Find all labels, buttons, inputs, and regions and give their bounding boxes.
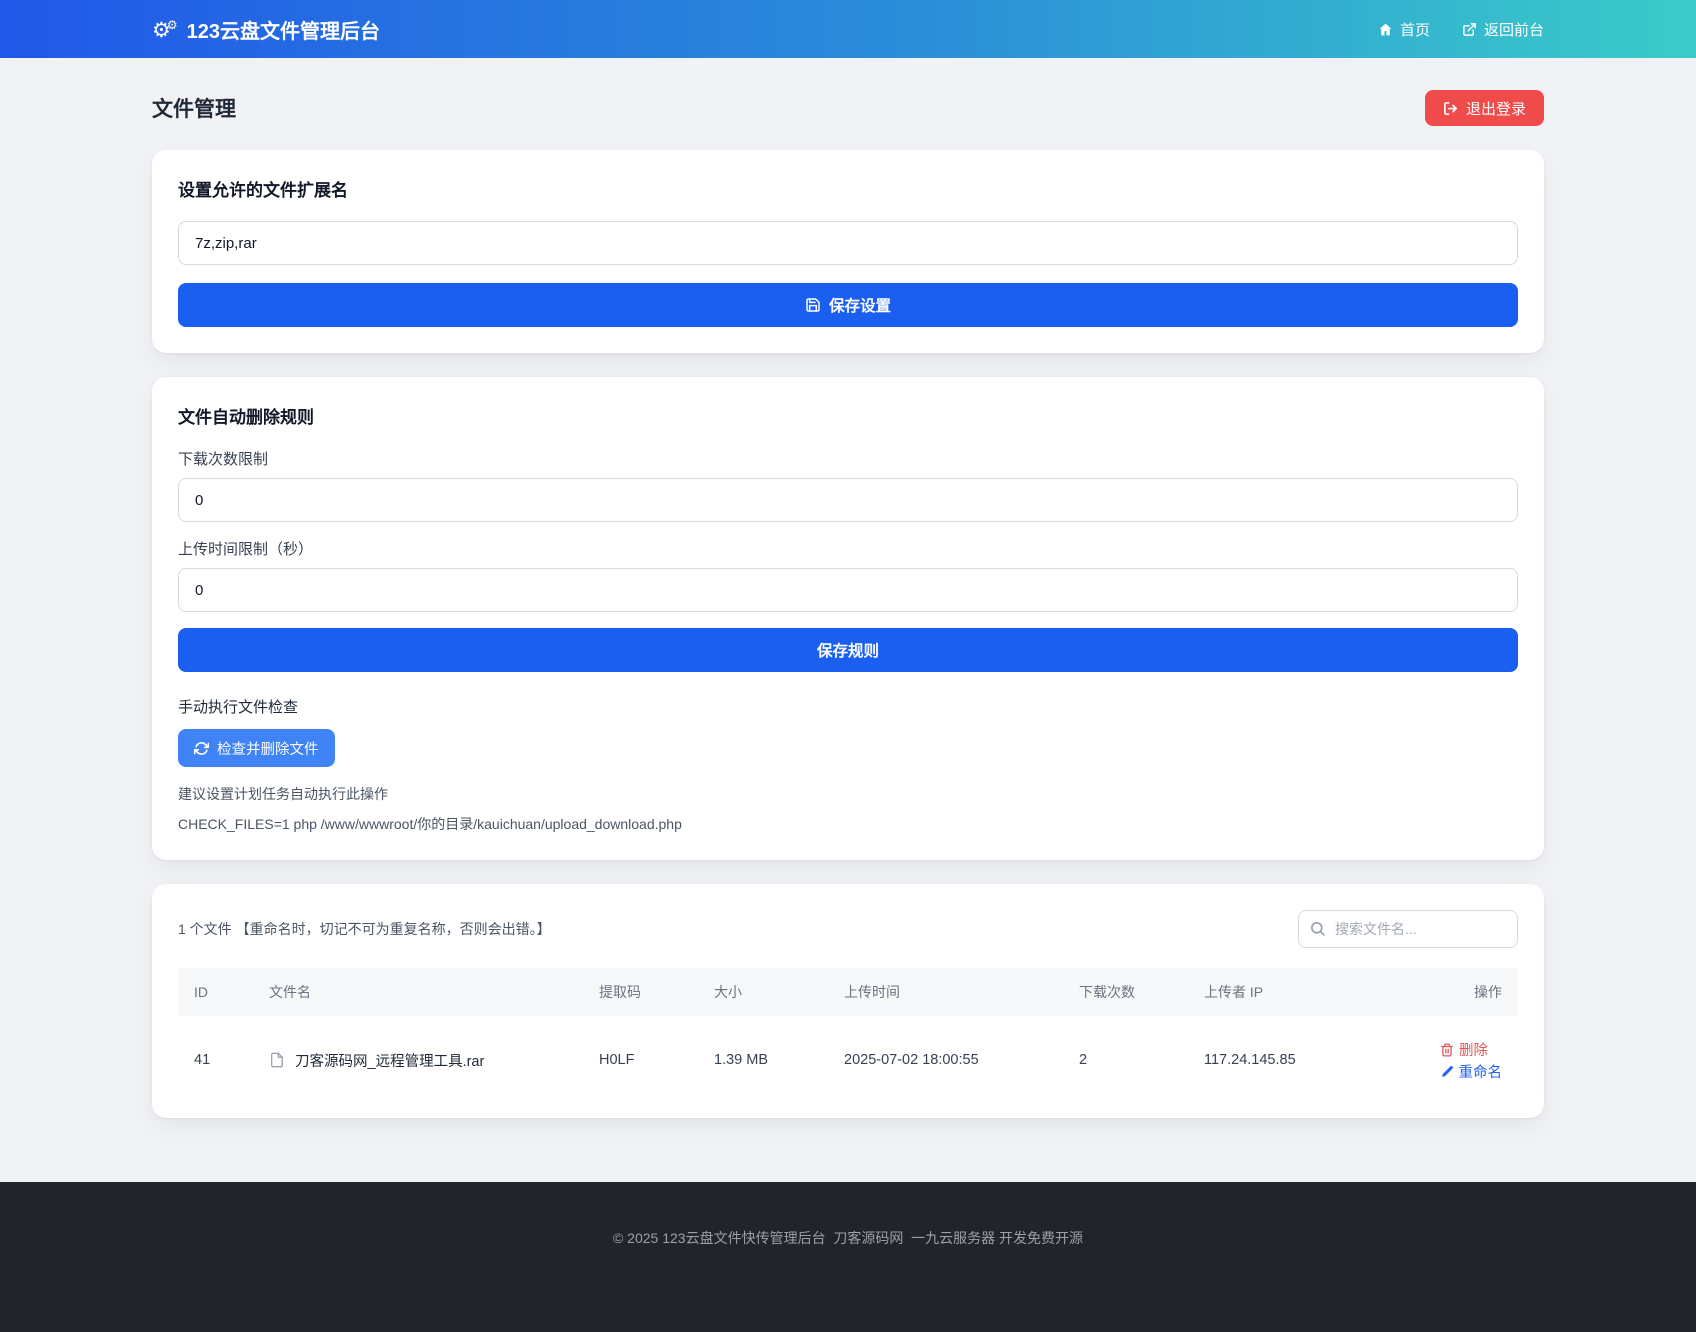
nav-link-home[interactable]: 首页 <box>1378 19 1430 40</box>
cron-hint-text: 建议设置计划任务自动执行此操作 <box>178 786 388 802</box>
home-icon <box>1378 22 1393 37</box>
extensions-input[interactable] <box>178 221 1518 265</box>
filename-text: 刀客源码网_远程管理工具.rar <box>295 1053 485 1070</box>
footer-text: © 2025 123云盘文件快传管理后台 刀客源码网 一九云服务器 开发免费开源 <box>612 1229 1084 1246</box>
file-list-header: 1 个文件 【重命名时，切记不可为重复名称，否则会出错。】 <box>178 910 1518 948</box>
cell-ip: 117.24.145.85 <box>1204 1052 1296 1069</box>
download-limit-input[interactable] <box>178 478 1518 522</box>
cron-command-text: CHECK_FILES=1 php /www/wwwroot/你的目录/kaui… <box>178 816 682 832</box>
save-settings-label: 保存设置 <box>828 298 891 315</box>
files-table: ID 文件名 提取码 大小 上传时间 下载次数 上传者 IP 操作 41 刀客源… <box>178 968 1518 1092</box>
page-title: 文件管理 <box>152 98 236 121</box>
brand[interactable]: ⚙⚙ 123云盘文件管理后台 <box>152 15 380 44</box>
gears-icon: ⚙⚙ <box>152 18 178 42</box>
nav-link-back-front[interactable]: 返回前台 <box>1462 19 1544 40</box>
col-header-code: 提取码 <box>583 968 698 1016</box>
search-box <box>1298 910 1518 948</box>
files-table-header-row: ID 文件名 提取码 大小 上传时间 下载次数 上传者 IP 操作 <box>178 968 1518 1016</box>
delete-file-link[interactable]: 删除 <box>1440 1039 1488 1060</box>
extension-card-heading: 设置允许的文件扩展名 <box>178 181 348 200</box>
upload-time-input[interactable] <box>178 568 1518 612</box>
check-delete-files-button[interactable]: 检查并删除文件 <box>178 729 335 767</box>
extension-settings-card: 设置允许的文件扩展名 保存设置 <box>152 150 1544 353</box>
nav-link-label: 首页 <box>1399 21 1430 39</box>
cell-filename: 刀客源码网_远程管理工具.rar <box>269 1050 567 1071</box>
page-footer: © 2025 123云盘文件快传管理后台 刀客源码网 一九云服务器 开发免费开源 <box>0 1181 1696 1332</box>
cell-code: H0LF <box>599 1052 635 1069</box>
delete-label: 删除 <box>1459 1043 1488 1059</box>
refresh-icon <box>194 741 209 756</box>
cell-id: 41 <box>194 1052 211 1069</box>
col-header-downloads: 下载次数 <box>1063 968 1188 1016</box>
col-header-filename: 文件名 <box>253 968 583 1016</box>
col-header-id: ID <box>178 968 253 1016</box>
save-rules-button[interactable]: 保存规则 <box>178 628 1518 672</box>
sign-out-icon <box>1443 101 1458 116</box>
save-icon <box>805 297 821 313</box>
top-navbar: ⚙⚙ 123云盘文件管理后台 首页 返回前台 <box>0 0 1696 58</box>
manual-check-label: 手动执行文件检查 <box>178 699 299 716</box>
upload-time-field: 上传时间限制（秒） <box>178 538 1518 612</box>
file-list-card: 1 个文件 【重命名时，切记不可为重复名称，否则会出错。】 ID 文件名 <box>152 884 1544 1118</box>
brand-title: 123云盘文件管理后台 <box>186 20 380 43</box>
col-header-ip: 上传者 IP <box>1188 968 1388 1016</box>
cell-downloads: 2 <box>1079 1052 1088 1069</box>
file-icon <box>269 1052 285 1068</box>
col-header-actions: 操作 <box>1388 968 1518 1016</box>
cell-size: 1.39 MB <box>714 1052 768 1069</box>
external-link-icon <box>1462 22 1477 37</box>
nav-links: 首页 返回前台 <box>1378 19 1544 40</box>
rename-label: 重命名 <box>1458 1064 1503 1081</box>
file-count-summary: 1 个文件 【重命名时，切记不可为重复名称，否则会出错。】 <box>178 921 551 937</box>
nav-link-label: 返回前台 <box>1483 21 1544 39</box>
save-settings-button[interactable]: 保存设置 <box>178 283 1518 327</box>
trash-icon <box>1440 1043 1454 1057</box>
check-delete-files-label: 检查并删除文件 <box>217 741 319 758</box>
auto-delete-rules-card: 文件自动删除规则 下载次数限制 上传时间限制（秒） 保存规则 手动执行文件检查 … <box>152 377 1544 860</box>
col-header-size: 大小 <box>698 968 828 1016</box>
search-input[interactable] <box>1298 910 1518 948</box>
logout-label: 退出登录 <box>1465 100 1526 118</box>
logout-button[interactable]: 退出登录 <box>1424 90 1544 126</box>
table-row: 41 刀客源码网_远程管理工具.rar H0LF 1.39 MB 2025-07… <box>178 1016 1518 1092</box>
cell-uploaded: 2025-07-02 18:00:55 <box>844 1052 979 1069</box>
rename-file-link[interactable]: 重命名 <box>1441 1061 1503 1082</box>
page-header: 文件管理 退出登录 <box>152 58 1544 126</box>
upload-time-label: 上传时间限制（秒） <box>178 541 314 558</box>
download-limit-field: 下载次数限制 <box>178 448 1518 522</box>
col-header-uploaded: 上传时间 <box>828 968 1063 1016</box>
pencil-icon <box>1441 1065 1454 1078</box>
download-limit-label: 下载次数限制 <box>178 451 269 468</box>
rules-card-heading: 文件自动删除规则 <box>178 408 314 427</box>
